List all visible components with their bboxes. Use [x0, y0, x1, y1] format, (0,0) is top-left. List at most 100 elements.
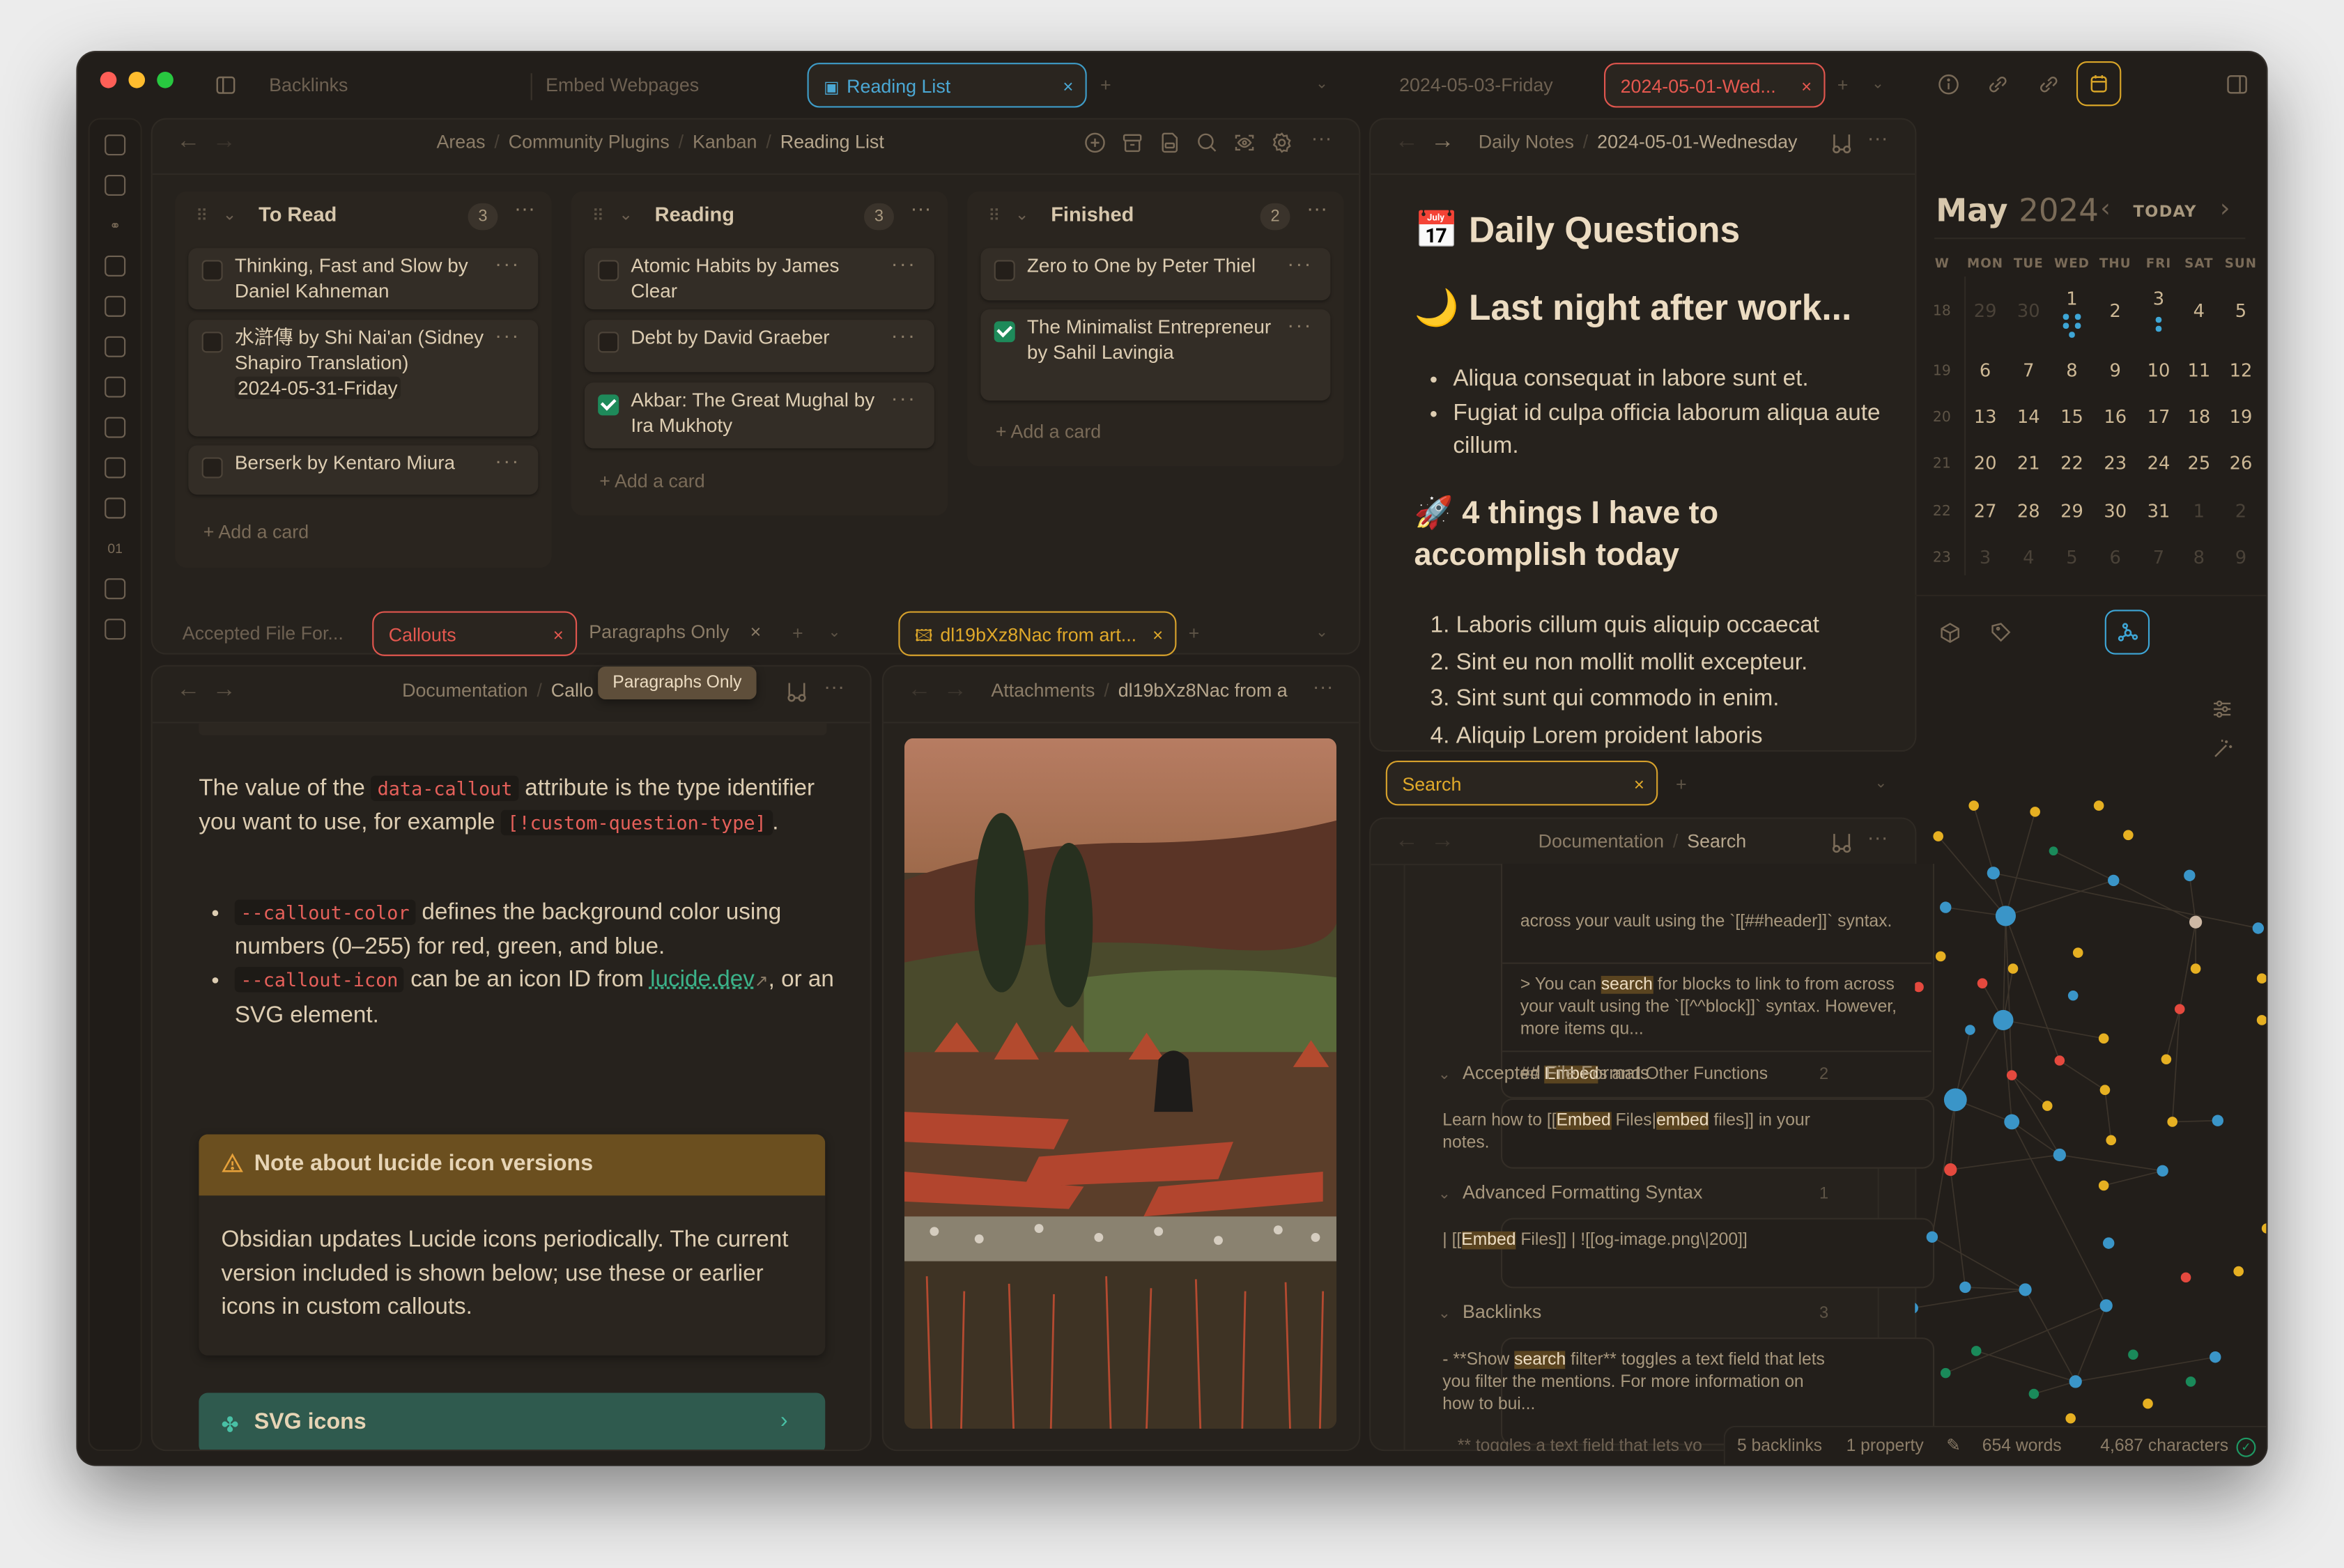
close-window-button[interactable] [100, 71, 117, 88]
graph-node[interactable] [2053, 1148, 2066, 1162]
graph-node[interactable] [1987, 867, 2000, 880]
backlinks-icon[interactable] [2037, 73, 2060, 95]
tab-list-chevron-icon[interactable]: ⌄ [1874, 762, 1887, 807]
graph-node[interactable] [2190, 963, 2201, 974]
graph-node[interactable] [2128, 1349, 2138, 1360]
properties-count[interactable]: 1 property [1846, 1427, 1924, 1465]
calendar-day[interactable]: 15 [2051, 407, 2092, 428]
calendar-day[interactable]: 7 [2138, 547, 2180, 568]
graph-node[interactable] [2069, 1375, 2082, 1388]
calendar-day[interactable]: 19 [2220, 407, 2262, 428]
back-arrow-icon[interactable]: ← [907, 677, 931, 702]
graph-node[interactable] [2098, 1033, 2109, 1044]
search-file-group-header[interactable]: ⌄ Backlinks [1438, 1302, 1541, 1323]
calendar-day[interactable]: 18 [2178, 407, 2220, 428]
calendar-day[interactable]: 13 [1964, 407, 2006, 428]
graph-node[interactable] [2108, 874, 2120, 887]
close-tab-icon[interactable]: × [1801, 64, 1812, 109]
graph-node[interactable] [2157, 1165, 2168, 1177]
calendar-day[interactable]: 14 [2007, 407, 2049, 428]
graph-node[interactable] [1959, 1281, 1971, 1294]
dice-icon[interactable] [105, 255, 126, 277]
search-match-cut[interactable]: ** toggles a text field that lets yo [1458, 1436, 1727, 1451]
new-tab-button[interactable]: + [792, 611, 803, 655]
calendar-view-button[interactable] [2076, 61, 2122, 107]
forward-arrow-icon[interactable]: → [1431, 129, 1454, 154]
calendar-day[interactable]: 22 [2051, 453, 2092, 474]
collapse-chevron-icon[interactable]: ⌄ [1438, 1306, 1451, 1323]
calendar-day[interactable]: 9 [2095, 360, 2136, 381]
graph-node[interactable] [2098, 1180, 2109, 1191]
info-icon[interactable] [1937, 73, 1959, 95]
forward-arrow-icon[interactable]: → [943, 677, 967, 702]
graph-node[interactable] [2212, 1115, 2223, 1126]
graph-node[interactable] [2099, 1085, 2111, 1096]
calendar-day[interactable]: 23 [2095, 453, 2136, 474]
search-file-icon[interactable] [105, 175, 126, 196]
graph-node[interactable] [1977, 978, 1988, 988]
tab-list-chevron-icon[interactable]: ⌄ [1872, 63, 1884, 107]
card-checkbox[interactable] [598, 332, 619, 353]
graph-node[interactable] [2189, 915, 2203, 929]
search-match[interactable]: | [[Embed Files]] | ![[og-image.png\|200… [1442, 1230, 1831, 1252]
calendar-edit-icon[interactable] [105, 295, 126, 317]
card-more-icon[interactable]: ··· [495, 323, 520, 348]
layout-icon[interactable] [105, 417, 126, 438]
flower-icon[interactable] [105, 376, 126, 398]
reading-view-icon[interactable] [1830, 831, 1853, 855]
calendar-day[interactable]: 6 [2095, 547, 2136, 568]
tab-backlinks[interactable]: Backlinks [269, 63, 348, 107]
binary-icon[interactable]: 01 [105, 538, 125, 559]
close-tab-icon[interactable]: × [553, 613, 564, 658]
graph-node[interactable] [2007, 963, 2019, 974]
week-number[interactable]: 20 [1927, 410, 1957, 426]
card-checkbox[interactable] [201, 332, 223, 353]
add-card-button[interactable]: + Add a card [996, 421, 1101, 442]
graph-node[interactable] [2019, 1283, 2032, 1296]
graph-node[interactable] [2028, 1388, 2040, 1399]
tab-image-attachment[interactable]: 🖾 dl19bXz8Nac from art... × [898, 611, 1177, 656]
week-number[interactable]: 18 [1927, 304, 1957, 320]
graph-node[interactable] [1993, 1009, 2014, 1031]
graph-node[interactable] [2161, 1054, 2172, 1065]
graph-node[interactable] [2123, 830, 2134, 841]
collapse-chevron-icon[interactable]: ⌄ [223, 205, 237, 224]
breadcrumb-item[interactable]: Attachments [991, 680, 1095, 701]
graph-node[interactable] [1943, 1088, 1967, 1112]
today-button[interactable]: TODAY [2133, 203, 2196, 222]
collapse-chevron-icon[interactable]: ⌄ [1438, 1186, 1451, 1203]
tab-search[interactable]: Search × [1385, 761, 1658, 806]
graph-node[interactable] [2067, 990, 2079, 1001]
tab-list-chevron-icon[interactable]: ⌄ [828, 611, 841, 655]
calendar-day[interactable]: 3 [1964, 547, 2006, 568]
card-checkbox[interactable] [994, 321, 1015, 343]
card-date[interactable]: 2024-05-31-Friday [234, 376, 401, 399]
view-icon[interactable] [1233, 132, 1256, 154]
card-checkbox[interactable] [598, 394, 619, 416]
new-tab-button[interactable]: + [1676, 762, 1687, 807]
kanban-card[interactable]: Zero to One by Peter Thiel ··· [980, 248, 1331, 301]
breadcrumb-item[interactable]: Documentation [402, 680, 527, 701]
next-month-chevron-icon[interactable]: › [2220, 194, 2230, 224]
tab-accepted-file-formats[interactable]: Accepted File For... [183, 611, 344, 655]
calendar-day[interactable]: 10 [2138, 360, 2180, 381]
calendar-day[interactable]: 30 [2007, 300, 2049, 321]
graph-node[interactable] [2006, 1070, 2017, 1080]
graph-node[interactable] [1940, 901, 1952, 913]
lucide-link[interactable]: lucide.dev [650, 967, 755, 992]
more-options-icon[interactable]: ··· [1867, 825, 1888, 848]
send-icon[interactable] [105, 619, 126, 640]
graph-node[interactable] [2180, 1272, 2191, 1283]
kanban-card[interactable]: Debt by David Graeber ··· [584, 320, 934, 373]
kanban-card[interactable]: Thinking, Fast and Slow by Daniel Kahnem… [188, 248, 539, 310]
calendar-day[interactable]: 21 [2007, 453, 2049, 474]
graph-node[interactable] [1944, 1163, 1957, 1177]
minimize-window-button[interactable] [128, 71, 146, 88]
graph-node[interactable] [2103, 1237, 2115, 1249]
cube-icon[interactable] [1939, 621, 1961, 644]
column-more-icon[interactable]: ··· [1306, 196, 1327, 219]
card-more-icon[interactable]: ··· [1287, 312, 1312, 337]
card-more-icon[interactable]: ··· [1287, 251, 1312, 276]
forward-arrow-icon[interactable]: → [213, 129, 236, 154]
graph-node[interactable] [2167, 1117, 2177, 1127]
